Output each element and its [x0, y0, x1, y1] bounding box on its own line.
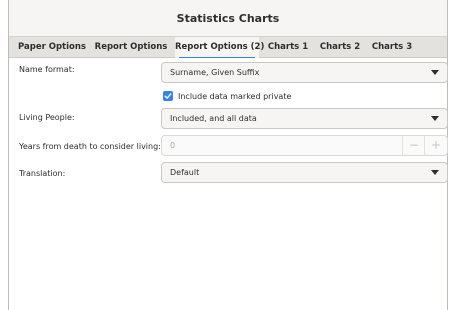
window-title: Statistics Charts	[176, 11, 280, 25]
years-from-death-spinbutton[interactable]: 0 − +	[161, 135, 448, 156]
living-people-label: Living People:	[19, 113, 75, 122]
tab-content-panel: Name format: Surname, Given Suffix Inclu…	[9, 58, 448, 310]
years-from-death-label: Years from death to consider living:	[19, 142, 161, 151]
tab-report-options[interactable]: Report Options	[93, 37, 169, 58]
dialog-window: Statistics Charts Paper Options Report O…	[8, 0, 448, 310]
name-format-value: Surname, Given Suffix	[170, 68, 260, 77]
living-people-dropdown[interactable]: Included, and all data	[161, 108, 448, 129]
chevron-down-icon	[431, 70, 439, 75]
translation-dropdown[interactable]: Default	[161, 162, 448, 183]
include-private-checkbox[interactable]	[163, 91, 173, 101]
check-icon	[164, 93, 172, 99]
tab-bar: Paper Options Report Options Report Opti…	[9, 36, 447, 59]
name-format-label: Name format:	[19, 65, 75, 74]
window-titlebar: Statistics Charts	[9, 0, 447, 36]
decrement-button[interactable]: −	[402, 136, 425, 155]
include-private-option[interactable]: Include data marked private	[163, 90, 291, 102]
tab-charts-1[interactable]: Charts 1	[263, 37, 313, 58]
tab-charts-2[interactable]: Charts 2	[315, 37, 365, 58]
translation-label: Translation:	[19, 169, 66, 178]
living-people-value: Included, and all data	[170, 114, 257, 123]
chevron-down-icon	[431, 170, 439, 175]
tab-charts-3[interactable]: Charts 3	[367, 37, 417, 58]
translation-value: Default	[170, 168, 200, 177]
tab-paper-options[interactable]: Paper Options	[15, 37, 89, 58]
years-from-death-value: 0	[170, 141, 176, 150]
chevron-down-icon	[431, 116, 439, 121]
include-private-label: Include data marked private	[178, 91, 292, 101]
name-format-dropdown[interactable]: Surname, Given Suffix	[161, 62, 448, 83]
tab-report-options-2[interactable]: Report Options (2)	[175, 37, 264, 59]
increment-button[interactable]: +	[424, 136, 447, 155]
